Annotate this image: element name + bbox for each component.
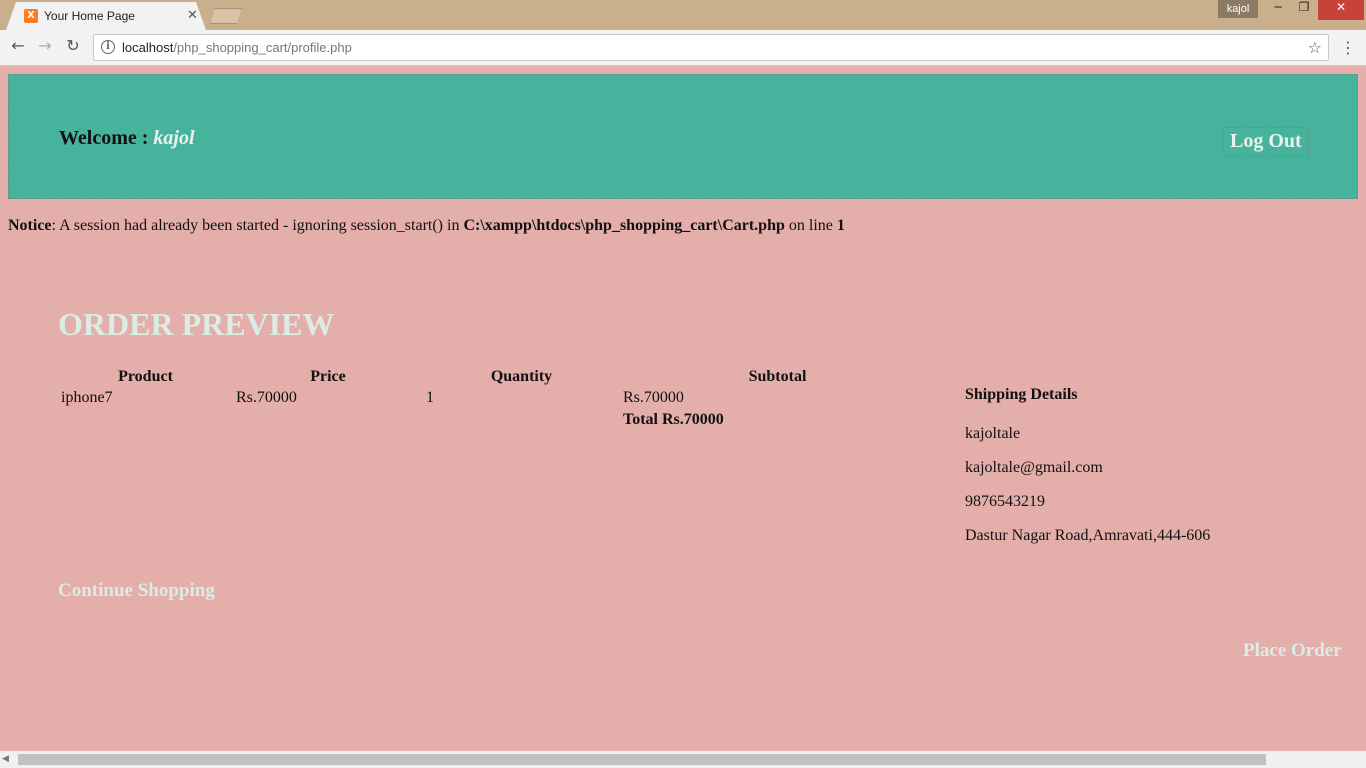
notice-text: : A session had already been started - i…	[51, 217, 464, 234]
browser-toolbar: ← → ↻ i localhost/php_shopping_cart/prof…	[0, 30, 1366, 66]
table-header-row: Product Price Quantity Subtotal	[58, 366, 935, 387]
url-path: /php_shopping_cart/profile.php	[173, 40, 352, 55]
bookmark-star-icon[interactable]: ☆	[1308, 38, 1322, 57]
place-order-button[interactable]: Place Order	[1243, 640, 1342, 662]
info-icon[interactable]: i	[101, 40, 115, 54]
shipping-email: kajoltale@gmail.com	[965, 459, 1103, 476]
cell-product: iphone7	[61, 389, 113, 406]
notice-path: C:\xampp\htdocs\php_shopping_cart\Cart.p…	[463, 217, 785, 234]
reload-icon[interactable]: ↻	[62, 36, 84, 58]
tab-close-icon[interactable]: ✕	[187, 8, 198, 23]
cell-price: Rs.70000	[236, 389, 297, 406]
scroll-left-icon[interactable]: ◀	[2, 754, 9, 764]
page-title: ORDER PREVIEW	[58, 306, 335, 342]
address-bar[interactable]: i localhost/php_shopping_cart/profile.ph…	[93, 34, 1329, 61]
notice-text-after: on line	[784, 217, 837, 234]
order-total: Total Rs.70000	[623, 411, 724, 428]
welcome-header: Welcome : kajol Log Out	[8, 74, 1358, 199]
back-icon[interactable]: ←	[7, 36, 29, 58]
shipping-name: kajoltale	[965, 425, 1021, 442]
empty-cell	[423, 409, 620, 431]
continue-shopping-link[interactable]: Continue Shopping	[58, 580, 215, 602]
minimize-button[interactable]: ─	[1264, 0, 1292, 20]
xampp-icon: X	[24, 9, 38, 23]
php-notice: Notice: A session had already been start…	[8, 217, 845, 235]
cell-subtotal: Rs.70000	[623, 389, 684, 406]
welcome-label: Welcome :	[59, 127, 149, 149]
cell-quantity: 1	[426, 389, 434, 406]
browser-tab[interactable]: X Your Home Page ✕	[6, 2, 206, 30]
shipping-address: Dastur Nagar Road,Amravati,444-606	[965, 527, 1211, 544]
username: kajol	[153, 127, 195, 149]
shipping-phone: 9876543219	[965, 493, 1045, 510]
table-row: iphone7 Rs.70000 1 Rs.70000	[58, 387, 935, 409]
new-tab-button[interactable]	[210, 8, 242, 24]
welcome-text: Welcome : kajol	[59, 127, 195, 150]
notice-label: Notice	[8, 217, 52, 234]
order-table: Product Price Quantity Subtotal iphone7 …	[58, 366, 935, 431]
notice-line: 1	[836, 217, 845, 234]
browser-titlebar: X Your Home Page ✕ kajol ─ ❐ ✕	[0, 0, 1366, 30]
column-header-product: Product	[118, 367, 173, 385]
empty-cell	[58, 409, 233, 431]
close-window-button[interactable]: ✕	[1318, 0, 1364, 20]
tab-title: Your Home Page	[44, 9, 135, 23]
restore-button[interactable]: ❐	[1290, 0, 1318, 20]
column-header-quantity: Quantity	[490, 367, 553, 385]
logout-button[interactable]: Log Out	[1223, 127, 1309, 156]
scrollbar-thumb[interactable]	[18, 754, 1266, 765]
url-text[interactable]: localhost/php_shopping_cart/profile.php	[122, 40, 352, 55]
profile-badge[interactable]: kajol	[1218, 0, 1258, 18]
url-host: localhost	[122, 40, 174, 55]
browser-menu-icon[interactable]: ⋮	[1340, 38, 1356, 57]
total-row: Total Rs.70000	[58, 409, 935, 431]
forward-icon[interactable]: →	[34, 36, 56, 58]
shipping-details: Shipping Details kajoltale kajoltale@gma…	[965, 386, 1210, 561]
horizontal-scrollbar[interactable]: ◀	[0, 751, 1366, 768]
empty-cell	[233, 409, 423, 431]
column-header-price: Price	[310, 367, 346, 385]
column-header-subtotal: Subtotal	[748, 367, 807, 385]
shipping-heading: Shipping Details	[965, 386, 1078, 403]
